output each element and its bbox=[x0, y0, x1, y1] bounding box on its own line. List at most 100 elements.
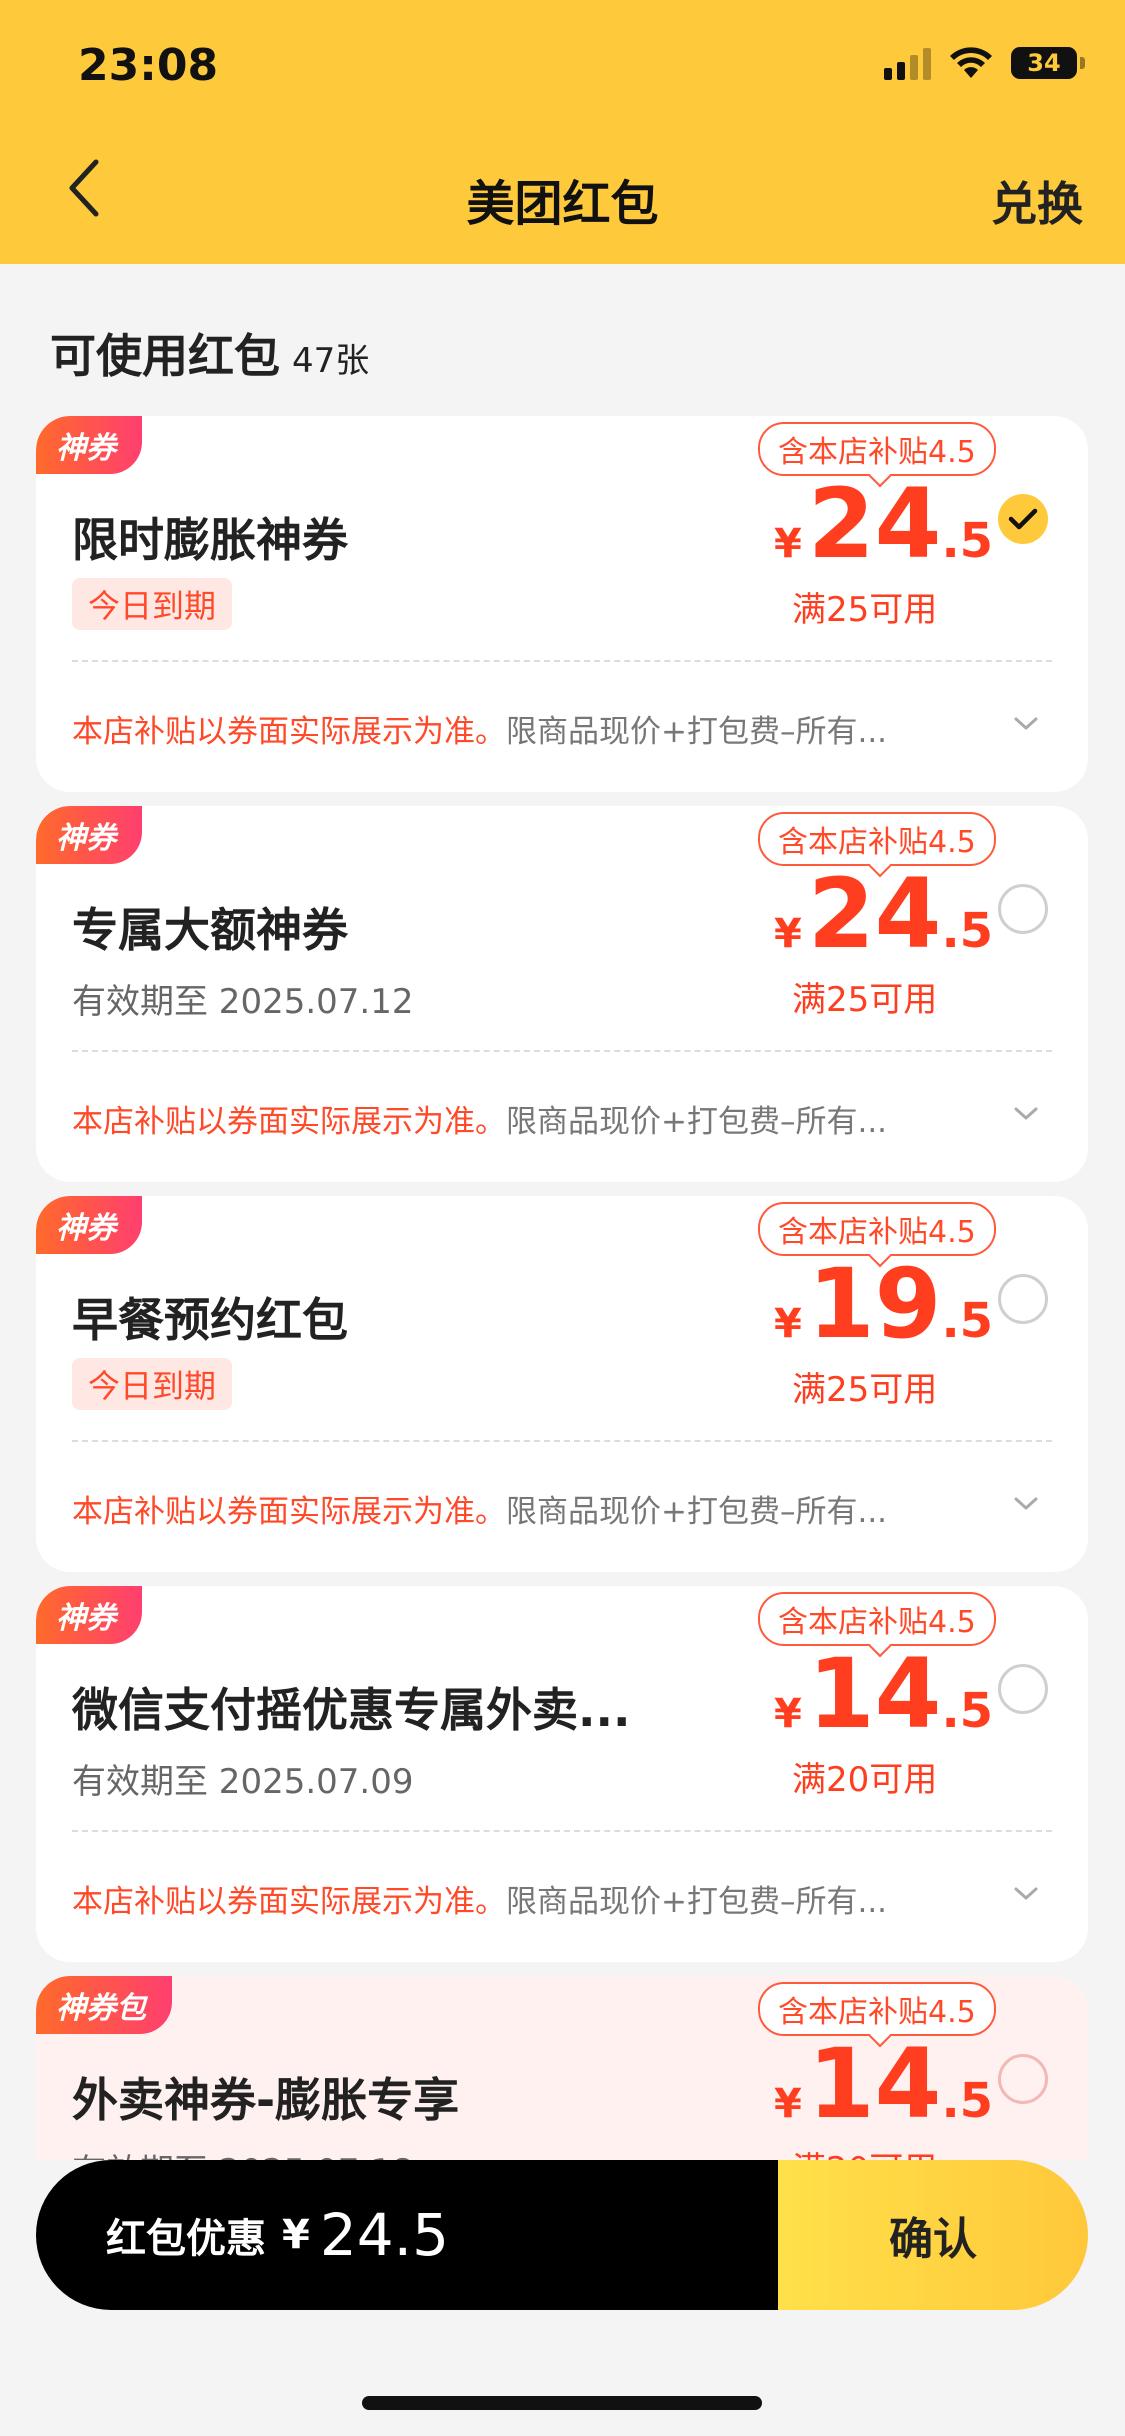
price-integer: 14 bbox=[807, 2028, 942, 2140]
min-spend: 满25可用 bbox=[792, 1370, 938, 1410]
coupon-name: 早餐预约红包 bbox=[72, 1293, 348, 1347]
select-radio[interactable] bbox=[998, 884, 1048, 934]
coupon-name: 专属大额神券 bbox=[72, 903, 348, 957]
expand-rules-button[interactable] bbox=[1008, 706, 1044, 742]
expand-rules-button[interactable] bbox=[1008, 1876, 1044, 1912]
coupon-rules: 本店补贴以券面实际展示为准。限商品现价+打包费–所有... bbox=[72, 706, 972, 751]
price-integer: 14 bbox=[807, 1638, 942, 1750]
select-radio[interactable] bbox=[998, 1274, 1048, 1324]
expire-label: 今日到期 bbox=[88, 1367, 217, 1405]
section-title: 可使用红包 bbox=[50, 329, 280, 383]
back-button[interactable] bbox=[52, 156, 116, 220]
rule-detail: 限商品现价+打包费–所有... bbox=[506, 1494, 888, 1530]
rule-note: 本店补贴以券面实际展示为准。 bbox=[72, 1104, 506, 1140]
coupon-price: ¥ 19 .5 bbox=[774, 1256, 993, 1352]
price-integer: 24 bbox=[807, 468, 942, 580]
home-indicator[interactable] bbox=[362, 2396, 762, 2410]
price-integer: 24 bbox=[807, 858, 942, 970]
subsidy-tag-label: 含本店补贴4.5 bbox=[778, 1605, 976, 1640]
price-decimal: .5 bbox=[941, 1683, 994, 1739]
confirm-label: 确认 bbox=[889, 2214, 977, 2265]
coupon-rules: 本店补贴以券面实际展示为准。限商品现价+打包费–所有... bbox=[72, 1486, 972, 1531]
price-decimal: .5 bbox=[941, 513, 994, 569]
chevron-down-icon bbox=[1014, 1887, 1038, 1900]
currency-symbol: ¥ bbox=[774, 521, 802, 567]
check-icon bbox=[1008, 508, 1038, 530]
battery-level: 34 bbox=[1027, 49, 1061, 77]
status-time: 23:08 bbox=[78, 40, 219, 91]
price-decimal: .5 bbox=[941, 2073, 994, 2129]
currency-symbol: ¥ bbox=[282, 2212, 310, 2258]
discount-summary: 红包优惠 ¥ 24.5 bbox=[36, 2160, 778, 2310]
min-spend: 满25可用 bbox=[792, 590, 938, 630]
coupon-badge: 神券 bbox=[36, 1586, 142, 1644]
exchange-button[interactable]: 兑换 bbox=[991, 168, 1083, 234]
expire-date: 有效期至 2025.07.09 bbox=[72, 1762, 414, 1802]
coupon-badge: 神券包 bbox=[36, 1976, 172, 2034]
dashed-divider bbox=[72, 1440, 1052, 1442]
expand-rules-button[interactable] bbox=[1008, 1096, 1044, 1132]
rule-detail: 限商品现价+打包费–所有... bbox=[506, 714, 888, 750]
rule-note: 本店补贴以券面实际展示为准。 bbox=[72, 1884, 506, 1920]
coupon-badge: 神券 bbox=[36, 416, 142, 474]
cellular-signal-icon bbox=[884, 46, 931, 80]
coupon-badge-label: 神券 bbox=[56, 1211, 116, 1246]
discount-amount: 24.5 bbox=[319, 2201, 449, 2269]
dashed-divider bbox=[72, 1050, 1052, 1052]
expand-rules-button[interactable] bbox=[1008, 1486, 1044, 1522]
coupon-badge-label: 神券 bbox=[56, 1601, 116, 1636]
currency-symbol: ¥ bbox=[774, 1301, 802, 1347]
subsidy-tag-label: 含本店补贴4.5 bbox=[778, 825, 976, 860]
coupon-card[interactable]: 神券 含本店补贴4.5 限时膨胀神券 今日到期 ¥ 24 .5 满25可用 本店… bbox=[36, 416, 1088, 792]
coupon-badge-label: 神券 bbox=[56, 821, 116, 856]
section-header: 可使用红包 47张 bbox=[50, 320, 369, 386]
price-decimal: .5 bbox=[941, 903, 994, 959]
expire-badge: 今日到期 bbox=[72, 578, 233, 630]
subsidy-tag-label: 含本店补贴4.5 bbox=[778, 1215, 976, 1250]
select-radio[interactable] bbox=[998, 1664, 1048, 1714]
price-integer: 19 bbox=[807, 1248, 942, 1360]
coupon-select-page: 23:08 34 美团红包 兑换 可使用红包 47张 神券 含本店补贴4.5 限… bbox=[0, 0, 1125, 2436]
coupon-price: ¥ 14 .5 bbox=[774, 2036, 993, 2132]
coupon-badge: 神券 bbox=[36, 806, 142, 864]
coupon-price: ¥ 24 .5 bbox=[774, 866, 993, 962]
chevron-down-icon bbox=[1014, 1497, 1038, 1510]
wifi-icon bbox=[949, 46, 993, 80]
coupon-badge-label: 神券包 bbox=[56, 1991, 146, 2026]
dashed-divider bbox=[72, 660, 1052, 662]
rule-note: 本店补贴以券面实际展示为准。 bbox=[72, 1494, 506, 1530]
subsidy-tag-label: 含本店补贴4.5 bbox=[778, 1995, 976, 2030]
status-icons: 34 bbox=[884, 46, 1085, 80]
coupon-badge-label: 神券 bbox=[56, 431, 116, 466]
expire-label: 今日到期 bbox=[88, 587, 217, 625]
chevron-down-icon bbox=[1014, 1107, 1038, 1120]
expire-badge: 今日到期 bbox=[72, 1358, 233, 1410]
dashed-divider bbox=[72, 1830, 1052, 1832]
coupon-name: 外卖神券-膨胀专享 bbox=[72, 2073, 460, 2127]
select-radio-checked[interactable] bbox=[998, 494, 1048, 544]
coupon-card[interactable]: 神券 含本店补贴4.5 早餐预约红包 今日到期 ¥ 19 .5 满25可用 本店… bbox=[36, 1196, 1088, 1572]
coupon-price: ¥ 24 .5 bbox=[774, 476, 993, 572]
currency-symbol: ¥ bbox=[774, 911, 802, 957]
checkout-bar: 红包优惠 ¥ 24.5 确认 bbox=[36, 2160, 1088, 2310]
min-spend: 满20可用 bbox=[792, 1760, 938, 1800]
page-title: 美团红包 bbox=[466, 176, 659, 232]
chevron-left-icon bbox=[69, 159, 99, 217]
coupon-price: ¥ 14 .5 bbox=[774, 1646, 993, 1742]
chevron-down-icon bbox=[1014, 717, 1038, 730]
coupon-badge: 神券 bbox=[36, 1196, 142, 1254]
coupon-card[interactable]: 神券 含本店补贴4.5 微信支付摇优惠专属外卖... 有效期至 2025.07.… bbox=[36, 1586, 1088, 1962]
currency-symbol: ¥ bbox=[774, 2081, 802, 2127]
price-decimal: .5 bbox=[941, 1293, 994, 1349]
coupon-name: 限时膨胀神券 bbox=[72, 513, 348, 567]
coupon-count: 47张 bbox=[292, 341, 370, 381]
coupon-card[interactable]: 神券 含本店补贴4.5 专属大额神券 有效期至 2025.07.12 ¥ 24 … bbox=[36, 806, 1088, 1182]
subsidy-tag-label: 含本店补贴4.5 bbox=[778, 435, 976, 470]
top-header: 23:08 34 美团红包 兑换 bbox=[0, 0, 1125, 264]
confirm-button[interactable]: 确认 bbox=[778, 2160, 1088, 2310]
coupon-rules: 本店补贴以券面实际展示为准。限商品现价+打包费–所有... bbox=[72, 1876, 972, 1921]
min-spend: 满25可用 bbox=[792, 980, 938, 1020]
coupon-rules: 本店补贴以券面实际展示为准。限商品现价+打包费–所有... bbox=[72, 1096, 972, 1141]
rule-detail: 限商品现价+打包费–所有... bbox=[506, 1884, 888, 1920]
select-radio[interactable] bbox=[998, 2054, 1048, 2104]
